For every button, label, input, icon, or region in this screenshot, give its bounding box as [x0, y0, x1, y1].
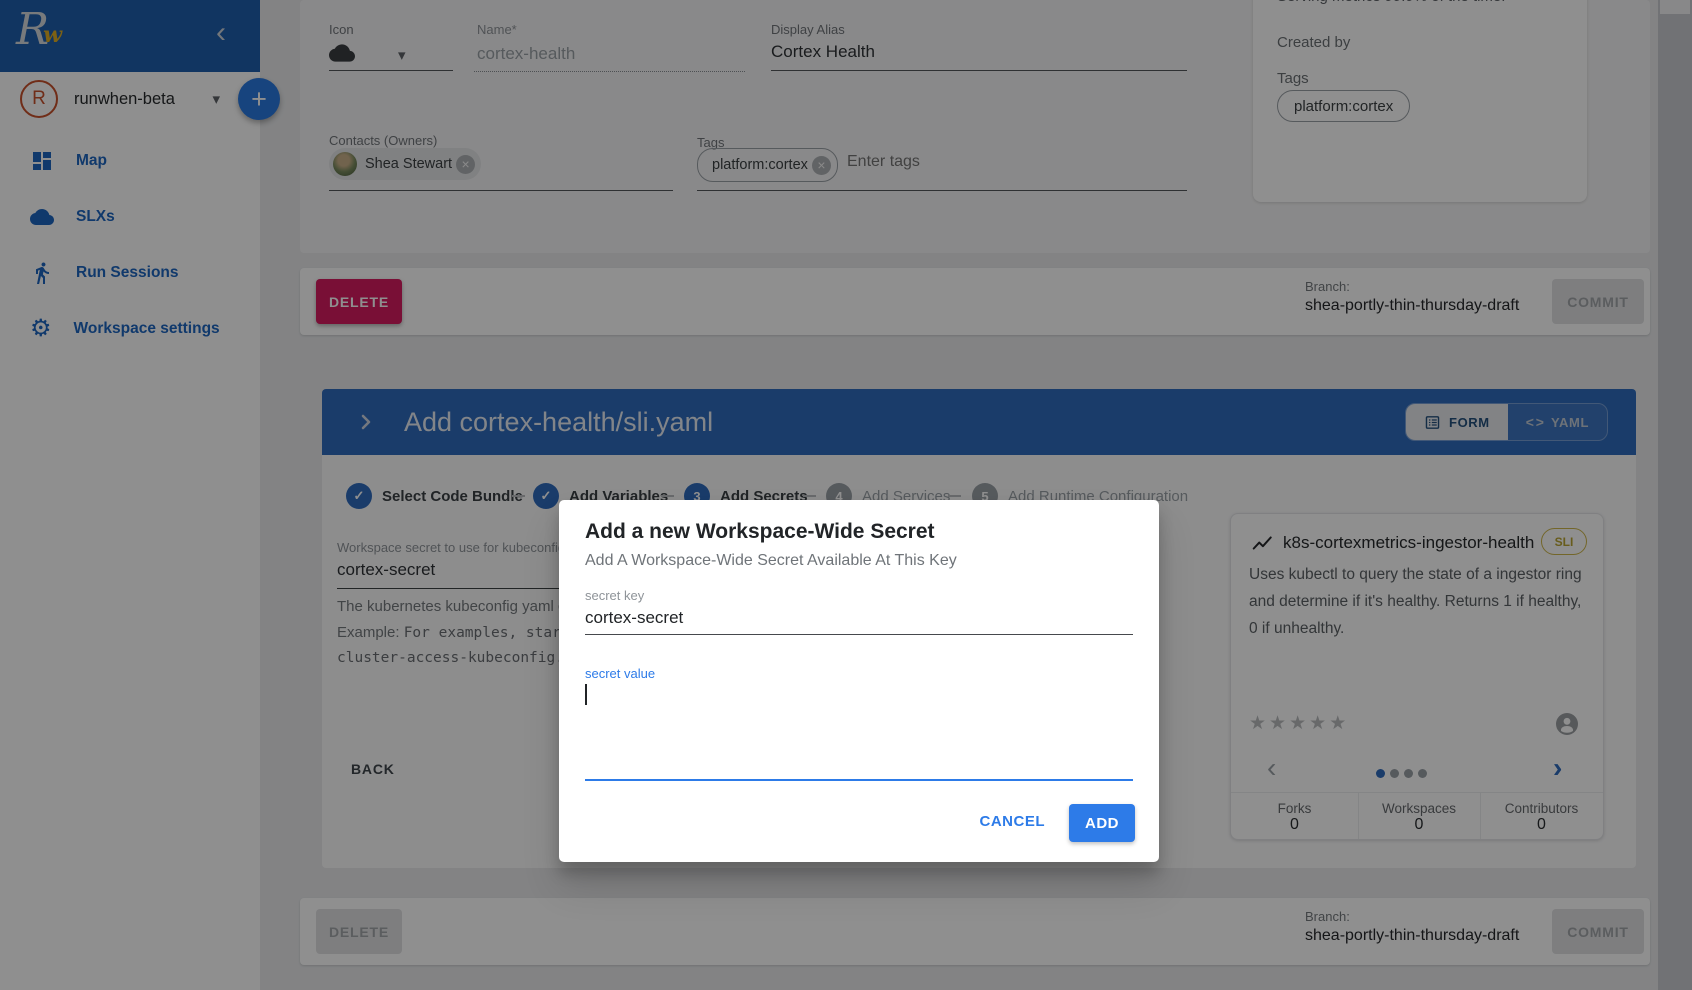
secret-key-label: secret key	[585, 588, 644, 603]
secret-value-label: secret value	[585, 666, 655, 681]
secret-key-underline	[585, 634, 1133, 635]
add-button[interactable]: ADD	[1069, 804, 1135, 842]
cancel-button[interactable]: CANCEL	[974, 812, 1052, 831]
add-secret-dialog: Add a new Workspace-Wide Secret Add A Wo…	[559, 500, 1159, 862]
secret-key-input[interactable]: cortex-secret	[585, 608, 683, 628]
secret-value-underline	[585, 779, 1133, 781]
text-cursor	[585, 684, 587, 705]
secret-value-input[interactable]	[585, 684, 1133, 780]
app-screen: R w ‹ R runwhen-beta ▾ + Map SLXs Run Se…	[0, 0, 1692, 990]
dialog-subtitle: Add A Workspace-Wide Secret Available At…	[585, 552, 957, 570]
dialog-title: Add a new Workspace-Wide Secret	[585, 520, 935, 544]
